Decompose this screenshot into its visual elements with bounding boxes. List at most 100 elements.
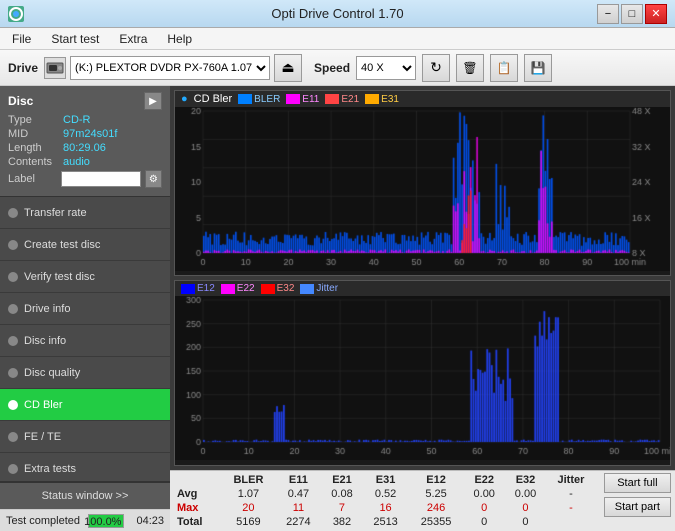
col-header-e22: E22 [464,473,505,487]
col-header-empty [174,473,221,487]
minimize-button[interactable]: − [597,4,619,24]
cell-avg-e31: 0.52 [363,487,409,501]
nav-label: Transfer rate [24,207,87,219]
menu-file[interactable]: File [4,30,39,48]
nav-dot [8,272,18,282]
start-part-button[interactable]: Start part [604,497,671,517]
sidebar-item-disc-info[interactable]: Disc info [0,325,170,357]
length-value: 80:29.06 [63,142,106,154]
speed-label: Speed [314,61,350,75]
titlebar: Opti Drive Control 1.70 − □ ✕ [0,0,675,28]
data-table: BLER E11 E21 E31 E12 E22 E32 Jitter Avg [174,473,596,529]
sidebar-item-cd-bler[interactable]: CD Bler [0,389,170,421]
sidebar-item-drive-info[interactable]: Drive info [0,293,170,325]
status-window-button[interactable]: Status window >> [0,481,170,509]
maximize-button[interactable]: □ [621,4,643,24]
nav-label: Create test disc [24,239,100,251]
drive-container: (K:) PLEXTOR DVDR PX-760A 1.07 ⏏ [44,54,302,82]
chart2: E12 E22 E32 Jitter [174,280,671,466]
row-label-avg: Avg [174,487,221,501]
contents-value: audio [63,156,90,168]
menubar: File Start test Extra Help [0,28,675,50]
menu-help[interactable]: Help [159,30,200,48]
chart1-body [175,107,670,271]
cell-total-jitter [546,515,596,529]
chart2-canvas [175,296,670,460]
col-header-e21: E21 [321,473,362,487]
cell-total-e12: 25355 [409,515,464,529]
nav-label: Disc quality [24,367,80,379]
col-header-e11: E11 [275,473,321,487]
action-buttons: Start full Start part [600,471,675,531]
nav-dot [8,208,18,218]
chart2-body [175,296,670,460]
cell-avg-e22: 0.00 [464,487,505,501]
titlebar-left [8,6,24,22]
cell-total-bler: 5169 [221,515,275,529]
col-header-e31: E31 [363,473,409,487]
start-full-button[interactable]: Start full [604,473,671,493]
nav-label: Disc info [24,335,66,347]
sidebar: Disc ▶ Type CD-R MID 97m24s01f Length 80… [0,86,170,531]
cell-avg-e21: 0.08 [321,487,362,501]
refresh-button[interactable]: ↻ [422,54,450,82]
erase-button[interactable]: 🗑 [456,54,484,82]
col-header-bler: BLER [221,473,275,487]
chart1-title: ● CD Bler BLER E11 E21 E31 [175,91,670,107]
data-table-wrapper: BLER E11 E21 E31 E12 E22 E32 Jitter Avg [170,471,600,531]
titlebar-title: Opti Drive Control 1.70 [0,6,675,21]
cell-total-e21: 382 [321,515,362,529]
drive-label: Drive [8,61,38,75]
cell-max-e11: 11 [275,501,321,515]
close-button[interactable]: ✕ [645,4,667,24]
legend-e12: E12 [181,283,215,294]
sidebar-item-transfer-rate[interactable]: Transfer rate [0,197,170,229]
status-time: 04:23 [136,515,164,527]
sidebar-item-verify-test-disc[interactable]: Verify test disc [0,261,170,293]
progress-bar: 100.0% [88,514,124,528]
table-row-total: Total 5169 2274 382 2513 25355 0 0 [174,515,596,529]
titlebar-controls: − □ ✕ [597,4,667,24]
disc-panel: Disc ▶ Type CD-R MID 97m24s01f Length 80… [0,86,170,197]
nav-dot-active [8,400,18,410]
disc-label-input[interactable] [61,171,141,187]
nav-label: FE / TE [24,431,61,443]
sidebar-item-fe-te[interactable]: FE / TE [0,421,170,453]
sidebar-item-create-test-disc[interactable]: Create test disc [0,229,170,261]
chart1-name: CD Bler [194,93,233,105]
sidebar-item-extra-tests[interactable]: Extra tests [0,453,170,481]
speed-select[interactable]: 40 X [356,56,416,80]
cell-total-e31: 2513 [363,515,409,529]
col-header-e32: E32 [505,473,546,487]
drive-select[interactable]: (K:) PLEXTOR DVDR PX-760A 1.07 [70,56,270,80]
cell-avg-e12: 5.25 [409,487,464,501]
legend-e31: E31 [365,94,399,105]
mid-label: MID [8,128,63,140]
main: Disc ▶ Type CD-R MID 97m24s01f Length 80… [0,86,675,531]
disc-settings-button[interactable]: ⚙ [145,170,162,188]
nav-label-active: CD Bler [24,399,63,411]
menu-start-test[interactable]: Start test [43,30,107,48]
legend-bler: BLER [238,94,280,105]
sidebar-item-disc-quality[interactable]: Disc quality [0,357,170,389]
cell-avg-e11: 0.47 [275,487,321,501]
nav-dot [8,464,18,474]
cell-max-e21: 7 [321,501,362,515]
cell-total-e11: 2274 [275,515,321,529]
type-label: Type [8,114,63,126]
copy-button[interactable]: 📋 [490,54,518,82]
disc-arrow-button[interactable]: ▶ [144,92,162,110]
nav-dot [8,240,18,250]
menu-extra[interactable]: Extra [111,30,155,48]
chart1-canvas [175,107,670,271]
nav-dot [8,368,18,378]
cell-max-e12: 246 [409,501,464,515]
cell-max-jitter: - [546,501,596,515]
save-button[interactable]: 💾 [524,54,552,82]
legend-e22: E22 [221,283,255,294]
disc-label-label: Label [8,173,61,185]
cell-total-e22: 0 [464,515,505,529]
eject-button[interactable]: ⏏ [274,54,302,82]
type-value: CD-R [63,114,91,126]
app-icon [8,6,24,22]
